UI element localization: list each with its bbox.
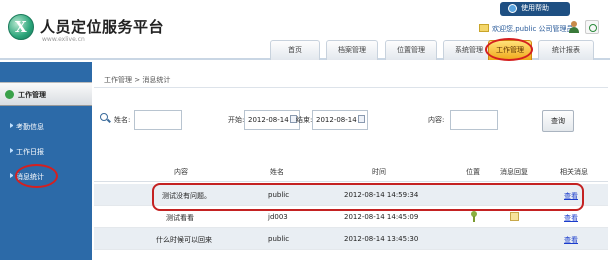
name-label: 姓名: [114, 116, 131, 124]
cell-content: 测试看看 [166, 214, 194, 222]
logo-icon: X [8, 14, 34, 40]
cell-name: jd003 [268, 213, 288, 221]
sidebar-header-label: 工作管理 [18, 91, 46, 99]
table-row[interactable]: 什么时候可以回来 public 2012-08-14 13:45:30 查看 [94, 228, 608, 250]
content-input[interactable] [450, 110, 498, 130]
breadcrumb-bar: 工作管理 > 消息统计 [94, 70, 608, 88]
cell-content: 什么时候可以回来 [156, 236, 212, 244]
cell-name: public [268, 235, 290, 243]
help-label[interactable]: 使用帮助 [521, 3, 549, 13]
top-nav: 首页 档案管理 位置管理 系统管理 工作管理 统计报表 [262, 40, 608, 60]
cell-time: 2012-08-14 13:45:30 [344, 235, 419, 243]
tab-location[interactable]: 位置管理 [385, 40, 437, 60]
check-icon [5, 90, 14, 99]
table-header: 内容 姓名 时间 位置 消息回复 相关消息 [94, 160, 608, 182]
tab-home[interactable]: 首页 [270, 40, 320, 60]
column-header: 内容 [174, 168, 188, 176]
highlight-ring [15, 164, 58, 188]
column-header: 相关消息 [560, 168, 588, 176]
sidebar-item-label: 考勤信息 [16, 123, 44, 131]
column-header: 时间 [372, 168, 386, 176]
brand-title: 人员定位服务平台 [40, 18, 165, 36]
mail-icon[interactable] [479, 24, 489, 32]
column-header: 消息回复 [500, 168, 528, 176]
arrow-icon [10, 123, 13, 128]
highlight-ring [485, 38, 533, 61]
end-label: 结束: [296, 116, 313, 124]
search-form: 姓名: 开始: 2012-08-14 结束: 2012-08-14 内容: 查询 [94, 108, 608, 134]
query-button[interactable]: 查询 [542, 110, 574, 132]
sidebar: 工作管理 考勤信息 工作日报 消息统计 [0, 62, 92, 260]
sidebar-item-attendance[interactable]: 考勤信息 [10, 122, 44, 132]
sidebar-header[interactable]: 工作管理 [0, 82, 92, 106]
column-header: 姓名 [270, 168, 284, 176]
breadcrumb: 工作管理 > 消息统计 [104, 76, 171, 84]
name-input[interactable] [134, 110, 182, 130]
location-pin-icon[interactable] [471, 211, 477, 222]
user-icon[interactable] [569, 21, 579, 33]
sidebar-item-label: 工作日报 [16, 148, 44, 156]
cell-time: 2012-08-14 14:45:09 [344, 213, 419, 221]
column-header: 位置 [466, 168, 480, 176]
arrow-icon [10, 148, 13, 153]
tab-archive[interactable]: 档案管理 [326, 40, 378, 60]
sidebar-item-daily-report[interactable]: 工作日报 [10, 147, 44, 157]
power-icon[interactable] [585, 20, 599, 34]
site-url: www.exlive.cn [42, 36, 85, 43]
arrow-icon [10, 173, 13, 178]
help-icon [508, 4, 517, 13]
reply-note-icon[interactable] [510, 212, 519, 221]
content-label: 内容: [428, 116, 445, 124]
view-link[interactable]: 查看 [564, 235, 578, 245]
search-icon [100, 113, 108, 121]
calendar-icon[interactable] [358, 115, 365, 123]
highlight-ring [152, 183, 584, 211]
tab-reports[interactable]: 统计报表 [538, 40, 594, 60]
view-link[interactable]: 查看 [564, 213, 578, 223]
start-label: 开始: [228, 116, 245, 124]
welcome-text: 欢迎您,public 公司管理员 [492, 25, 574, 33]
